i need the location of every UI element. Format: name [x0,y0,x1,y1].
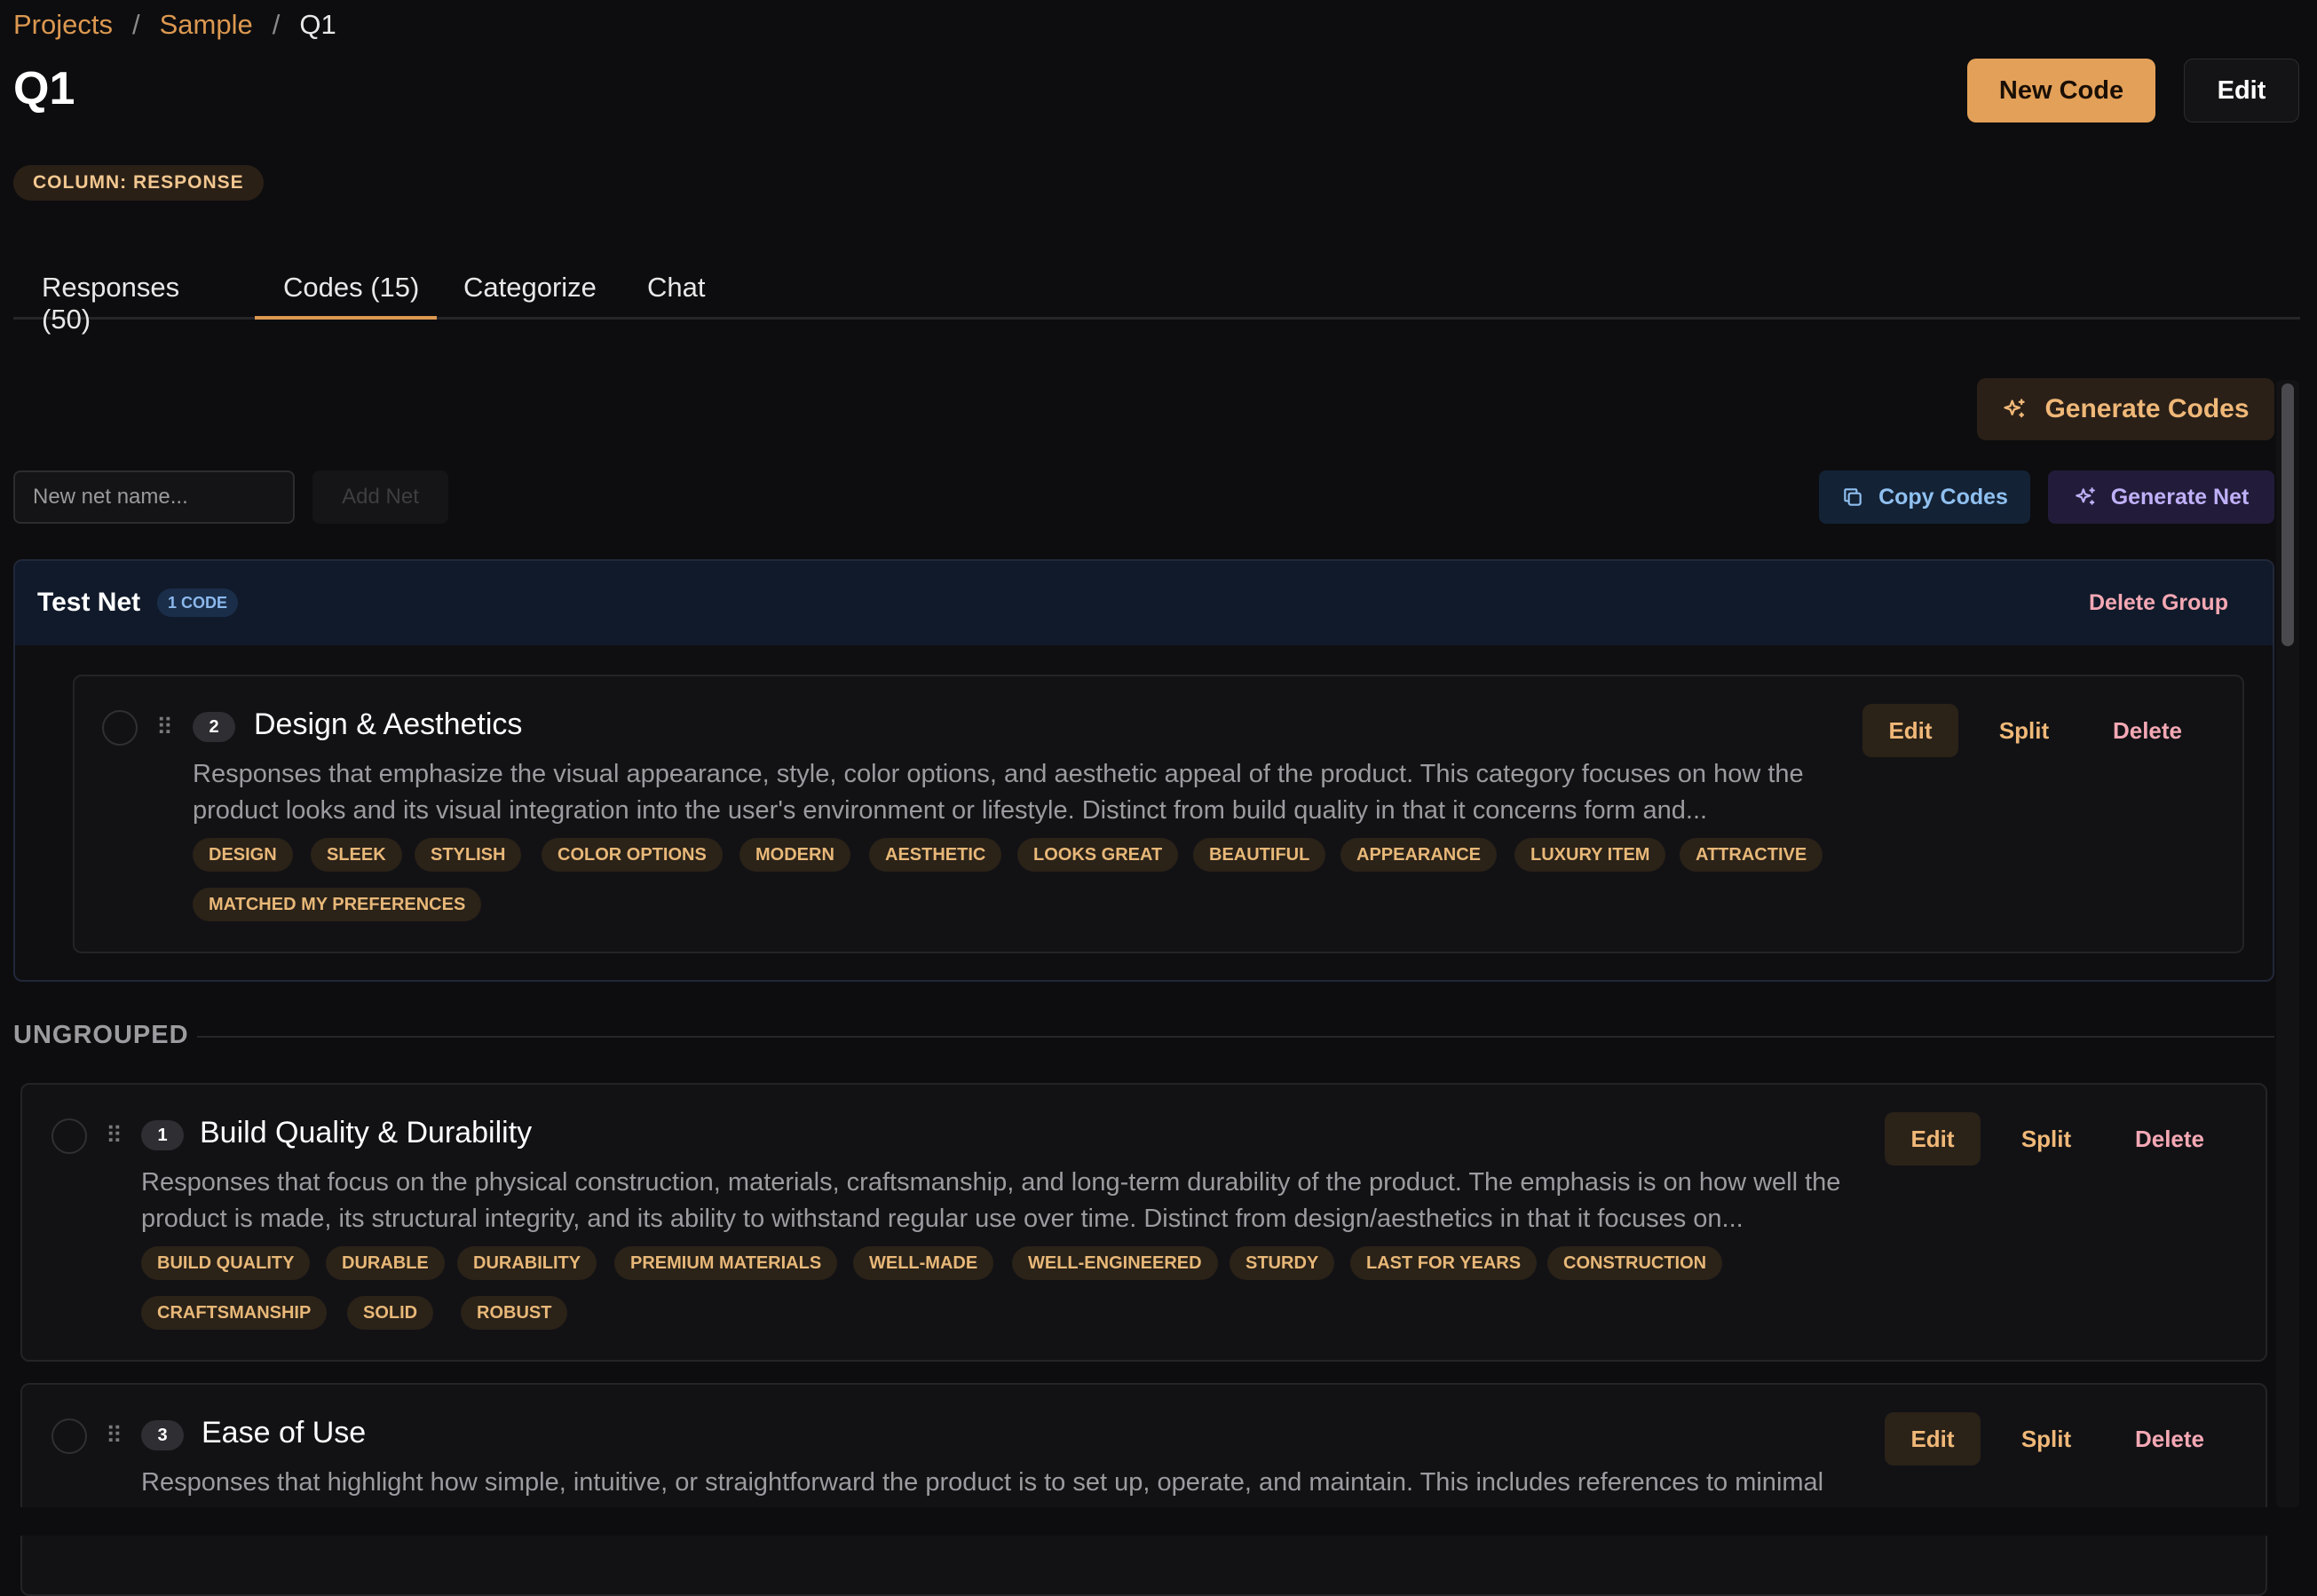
delete-code-button[interactable]: Delete [2112,1112,2227,1165]
code-card: ⠿ 2 Design & Aesthetics Responses that e… [73,675,2244,953]
add-net-button[interactable]: Add Net [312,470,448,524]
code-select-checkbox[interactable] [102,710,138,746]
keyword-tag: ATTRACTIVE [1680,838,1823,872]
generate-net-button[interactable]: Generate Net [2048,470,2274,524]
keyword-tag: BEAUTIFUL [1193,838,1326,872]
drag-handle-icon[interactable]: ⠿ [156,714,173,741]
net-code-count-badge: 1 CODE [157,589,239,617]
keyword-tag: AESTHETIC [869,838,1002,872]
code-card: ⠿ 1 Build Quality & Durability Responses… [20,1083,2267,1362]
keyword-tag: SLEEK [311,838,402,872]
keyword-tag: LOOKS GREAT [1017,838,1179,872]
new-code-button[interactable]: New Code [1967,59,2155,122]
tab-categorize[interactable]: Categorize [463,272,597,320]
split-code-button[interactable]: Split [1998,1412,2094,1466]
tab-codes[interactable]: Codes (15) [255,272,437,320]
keyword-tag: DURABLE [326,1246,445,1280]
keyword-tag: WELL-ENGINEERED [1012,1246,1218,1280]
code-card: ⠿ 3 Ease of Use Responses that highlight… [20,1383,2267,1596]
code-title: Build Quality & Durability [200,1116,533,1150]
code-number-badge: 2 [193,712,235,742]
ungrouped-heading: UNGROUPED [13,1021,189,1049]
code-select-checkbox[interactable] [51,1418,87,1454]
keyword-tag: APPEARANCE [1340,838,1498,872]
net-name-input[interactable] [13,470,295,524]
split-code-button[interactable]: Split [1976,704,2072,757]
breadcrumb-projects-link[interactable]: Projects [13,9,113,41]
breadcrumb-sample-link[interactable]: Sample [160,9,253,41]
copy-icon [1841,486,1864,509]
edit-code-button[interactable]: Edit [1862,704,1958,757]
edit-question-button[interactable]: Edit [2184,59,2299,122]
tab-chat[interactable]: Chat [647,272,705,320]
column-badge: COLUMN: RESPONSE [13,165,264,201]
breadcrumb-separator: / [272,9,281,40]
net-group: Test Net 1 CODE Delete Group ⠿ 2 Design … [13,559,2274,982]
tab-bar: Responses (50) Codes (15) Categorize Cha… [13,263,2300,335]
code-number-badge: 3 [141,1420,184,1450]
keyword-tag: STURDY [1230,1246,1335,1280]
keyword-tag: DURABILITY [457,1246,597,1280]
keyword-tag: COLOR OPTIONS [542,838,723,872]
sparkles-icon [2002,397,2027,422]
edit-code-button[interactable]: Edit [1885,1412,1981,1466]
keyword-tag: ROBUST [461,1296,568,1330]
code-select-checkbox[interactable] [51,1118,87,1154]
code-description: Responses that emphasize the visual appe… [193,760,1804,825]
delete-code-button[interactable]: Delete [2112,1412,2227,1466]
drag-handle-icon[interactable]: ⠿ [106,1422,123,1450]
keyword-tag: CRAFTSMANSHIP [141,1296,328,1330]
scrollbar-thumb[interactable] [2281,383,2294,646]
delete-code-button[interactable]: Delete [2090,704,2205,757]
keyword-tag: DESIGN [193,838,293,872]
keyword-tag: PREMIUM MATERIALS [614,1246,838,1280]
copy-codes-label: Copy Codes [1878,484,2008,510]
breadcrumb-separator: / [131,9,140,40]
split-code-button[interactable]: Split [1998,1112,2094,1165]
copy-codes-button[interactable]: Copy Codes [1819,470,2030,524]
breadcrumb-current: Q1 [299,9,336,40]
net-group-header: Test Net 1 CODE Delete Group [15,561,2273,645]
keyword-tag: LAST FOR YEARS [1350,1246,1538,1280]
keyword-tag: LUXURY ITEM [1514,838,1666,872]
generate-codes-label: Generate Codes [2044,394,2250,423]
code-title: Ease of Use [202,1416,367,1450]
code-description: Responses that focus on the physical con… [141,1168,1841,1233]
keyword-tag: WELL-MADE [853,1246,994,1280]
net-group-name: Test Net [37,588,141,617]
edit-code-button[interactable]: Edit [1885,1112,1981,1165]
keyword-tag: MODERN [739,838,850,872]
page-title: Q1 [13,63,75,115]
keyword-tag: CONSTRUCTION [1547,1246,1723,1280]
drag-handle-icon[interactable]: ⠿ [106,1122,123,1150]
sparkles-icon [2074,486,2097,509]
tab-responses[interactable]: Responses (50) [42,272,233,335]
keyword-tag: STYLISH [415,838,522,872]
keyword-tag: MATCHED MY PREFERENCES [193,888,482,921]
generate-codes-button[interactable]: Generate Codes [1977,378,2274,440]
keyword-tag: BUILD QUALITY [141,1246,311,1280]
delete-group-button[interactable]: Delete Group [2089,590,2228,616]
section-divider [197,1036,2274,1038]
viewport-bottom-edge [0,1507,2317,1536]
generate-net-label: Generate Net [2110,484,2250,510]
code-title: Design & Aesthetics [254,707,523,741]
code-description: Responses that highlight how simple, int… [141,1468,1824,1497]
keyword-tag: SOLID [347,1296,434,1330]
code-number-badge: 1 [141,1120,184,1150]
breadcrumb: Projects / Sample / Q1 [13,9,336,41]
